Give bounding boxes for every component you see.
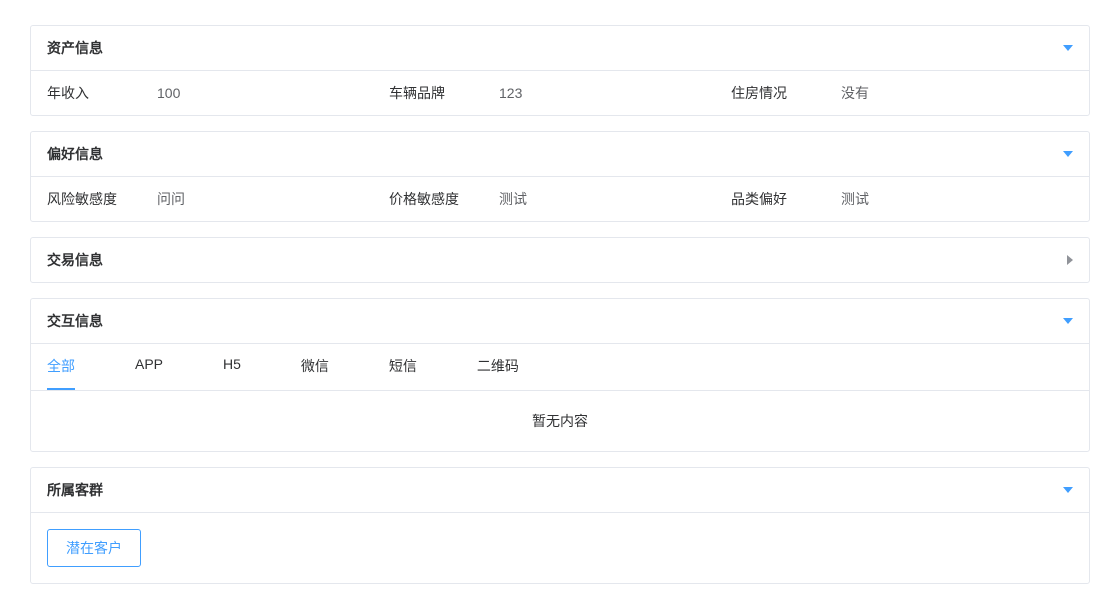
tab-all[interactable]: 全部 [47,344,75,390]
group-tag-row: 潜在客户 [31,513,1089,583]
group-tag-potential[interactable]: 潜在客户 [47,529,141,567]
asset-info-header[interactable]: 资产信息 [31,26,1089,71]
tab-h5[interactable]: H5 [223,344,241,390]
transaction-header[interactable]: 交易信息 [31,238,1089,282]
interaction-panel: 交互信息 全部 APP H5 微信 短信 二维码 暂无内容 [30,298,1090,452]
preference-row: 风险敏感度 问问 价格敏感度 测试 品类偏好 测试 [31,177,1089,221]
field-value: 100 [157,85,180,101]
tab-sms[interactable]: 短信 [389,344,417,390]
caret-down-icon [1063,151,1073,157]
group-panel: 所属客群 潜在客户 [30,467,1090,584]
tab-app[interactable]: APP [135,344,163,390]
interaction-title: 交互信息 [47,311,103,331]
field-risk: 风险敏感度 问问 [47,189,389,209]
field-value: 没有 [841,83,869,103]
caret-down-icon [1063,487,1073,493]
group-title: 所属客群 [47,480,103,500]
field-label: 车辆品牌 [389,83,499,103]
transaction-title: 交易信息 [47,250,103,270]
field-value: 问问 [157,189,185,209]
asset-info-panel: 资产信息 年收入 100 车辆品牌 123 住房情况 没有 [30,25,1090,116]
preference-header[interactable]: 偏好信息 [31,132,1089,177]
caret-right-icon [1067,255,1073,265]
tab-qrcode[interactable]: 二维码 [477,344,519,390]
group-header[interactable]: 所属客群 [31,468,1089,513]
field-housing: 住房情况 没有 [731,83,1073,103]
field-value: 测试 [841,189,869,209]
caret-down-icon [1063,318,1073,324]
asset-info-title: 资产信息 [47,38,103,58]
field-value: 123 [499,85,522,101]
asset-info-row: 年收入 100 车辆品牌 123 住房情况 没有 [31,71,1089,115]
interaction-tabs: 全部 APP H5 微信 短信 二维码 [31,344,1089,391]
transaction-panel: 交易信息 [30,237,1090,283]
field-category: 品类偏好 测试 [731,189,1073,209]
field-label: 住房情况 [731,83,841,103]
field-label: 年收入 [47,83,157,103]
caret-down-icon [1063,45,1073,51]
tab-wechat[interactable]: 微信 [301,344,329,390]
field-price: 价格敏感度 测试 [389,189,731,209]
interaction-header[interactable]: 交互信息 [31,299,1089,344]
preference-title: 偏好信息 [47,144,103,164]
field-value: 测试 [499,189,527,209]
interaction-empty: 暂无内容 [31,391,1089,451]
preference-panel: 偏好信息 风险敏感度 问问 价格敏感度 测试 品类偏好 测试 [30,131,1090,222]
field-vehicle: 车辆品牌 123 [389,83,731,103]
field-label: 价格敏感度 [389,189,499,209]
field-label: 品类偏好 [731,189,841,209]
field-income: 年收入 100 [47,83,389,103]
field-label: 风险敏感度 [47,189,157,209]
